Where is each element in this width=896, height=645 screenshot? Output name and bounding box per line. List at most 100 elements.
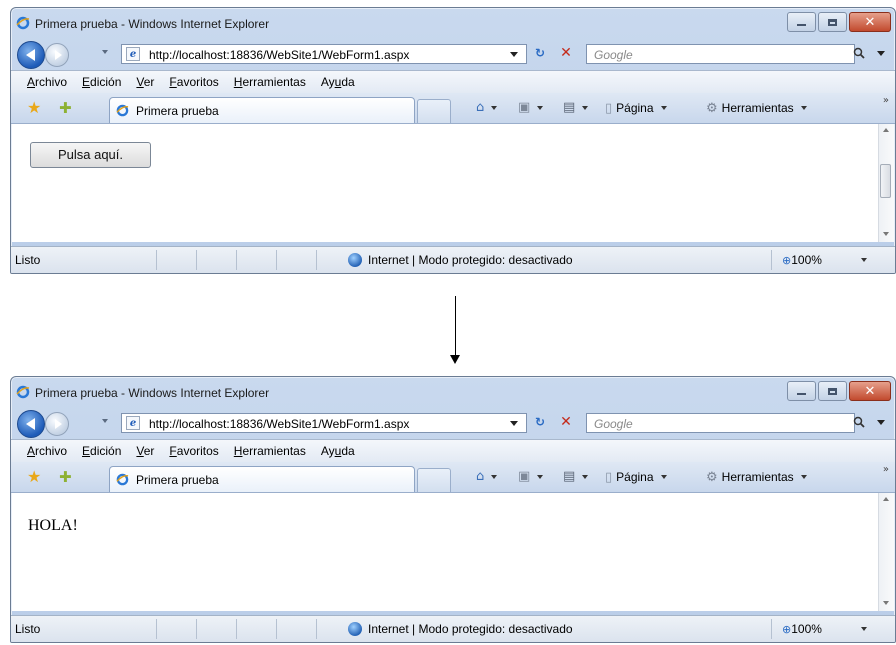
tab-primera-prueba[interactable]: Primera prueba (109, 97, 415, 123)
zoom-dropdown-icon[interactable] (861, 627, 867, 631)
zoom-icon: ⊕ (782, 254, 792, 267)
scroll-up-icon[interactable] (883, 497, 889, 501)
close-button[interactable]: ✕ (849, 381, 891, 401)
maximize-button[interactable] (818, 12, 847, 32)
close-button[interactable]: ✕ (849, 12, 891, 32)
menu-ayuda[interactable]: Ayuda (321, 444, 355, 458)
home-icon: ⌂ (476, 469, 485, 484)
more-commands-icon[interactable]: » (883, 95, 889, 106)
window-controls: ✕ (787, 12, 891, 32)
tools-menu-button[interactable]: ⚙ Herramientas (706, 101, 807, 115)
back-button[interactable] (17, 41, 45, 69)
search-input[interactable]: Google (586, 44, 855, 64)
menu-edicion[interactable]: Edición (82, 444, 121, 458)
command-bar: ★ ✚ Primera prueba ⌂ ▣ ▤ ▯ Página ⚙ Herram… (11, 93, 895, 124)
menu-favoritos[interactable]: Favoritos (169, 444, 218, 458)
zoom-level[interactable]: ⊕100% (782, 622, 822, 636)
menu-herramientas[interactable]: Herramientas (234, 444, 306, 458)
page-menu-button[interactable]: ▯ Página (605, 101, 667, 115)
more-commands-icon[interactable]: » (883, 464, 889, 475)
menu-favoritos[interactable]: Favoritos (169, 75, 218, 89)
title-bar: Primera prueba - Windows Internet Explor… (11, 8, 895, 38)
minimize-button[interactable] (787, 381, 816, 401)
page-menu-button[interactable]: ▯ Página (605, 470, 667, 484)
minimize-icon (797, 24, 806, 26)
menu-archivo[interactable]: Archivo (27, 444, 67, 458)
menu-ver[interactable]: Ver (136, 75, 154, 89)
internet-explorer-icon (16, 385, 30, 399)
new-tab-button[interactable] (417, 468, 451, 492)
address-dropdown-icon[interactable] (510, 421, 518, 426)
status-separator (156, 250, 157, 270)
vertical-scrollbar[interactable] (878, 493, 894, 611)
add-favorites-icon[interactable]: ✚ (59, 469, 72, 485)
stop-button[interactable]: ✕ (557, 413, 575, 431)
address-bar[interactable]: e http://localhost:18836/WebSite1/WebFor… (121, 413, 527, 433)
forward-button[interactable] (45, 43, 69, 67)
zoom-level[interactable]: ⊕100% (782, 253, 822, 267)
menu-herramientas[interactable]: Herramientas (234, 75, 306, 89)
new-tab-button[interactable] (417, 99, 451, 123)
chevron-down-icon (537, 474, 544, 479)
menu-ayuda[interactable]: Ayuda (321, 75, 355, 89)
back-arrow-icon (25, 418, 35, 430)
forward-button[interactable] (45, 412, 69, 436)
scroll-down-icon[interactable] (883, 232, 889, 236)
tools-menu-button[interactable]: ⚙ Herramientas (706, 470, 807, 484)
feeds-button[interactable]: ▣ (518, 470, 544, 483)
menu-ver[interactable]: Ver (136, 444, 154, 458)
address-bar[interactable]: e http://localhost:18836/WebSite1/WebFor… (121, 44, 527, 64)
tab-primera-prueba[interactable]: Primera prueba (109, 466, 415, 492)
minimize-button[interactable] (787, 12, 816, 32)
recent-pages-dropdown[interactable] (102, 419, 108, 423)
scroll-up-icon[interactable] (883, 128, 889, 132)
back-button[interactable] (17, 410, 45, 438)
add-favorites-icon[interactable]: ✚ (59, 100, 72, 116)
menu-archivo[interactable]: Archivo (27, 75, 67, 89)
refresh-button[interactable]: ↻ (529, 415, 551, 431)
tools-menu-label: Herramientas (721, 470, 794, 484)
chevron-down-icon (582, 105, 589, 110)
page-content: HOLA! (12, 493, 879, 611)
chevron-down-icon (582, 474, 589, 479)
search-icon[interactable] (853, 416, 865, 428)
page-icon: e (126, 416, 140, 430)
status-separator (316, 619, 317, 639)
status-separator (196, 619, 197, 639)
feeds-button[interactable]: ▣ (518, 101, 544, 114)
address-text: http://localhost:18836/WebSite1/WebForm1… (149, 48, 410, 62)
print-button[interactable]: ▤ (563, 470, 589, 483)
recent-pages-dropdown[interactable] (102, 50, 108, 54)
search-icon[interactable] (853, 47, 865, 59)
pulsa-aqui-button[interactable]: Pulsa aquí. (30, 142, 151, 168)
menu-edicion[interactable]: Edición (82, 75, 121, 89)
search-dropdown-icon[interactable] (877, 51, 885, 56)
vertical-scrollbar[interactable] (878, 124, 894, 242)
favorites-center-icon[interactable]: ★ (27, 469, 41, 485)
stop-button[interactable]: ✕ (557, 44, 575, 62)
page-body-text: HOLA! (28, 517, 78, 534)
page-content: Pulsa aquí. (12, 124, 879, 242)
gear-icon: ⚙ (706, 469, 718, 485)
status-separator (771, 250, 772, 270)
scroll-down-icon[interactable] (883, 601, 889, 605)
search-input[interactable]: Google (586, 413, 855, 433)
chevron-down-icon (537, 105, 544, 110)
status-separator (156, 619, 157, 639)
printer-icon: ▤ (563, 100, 576, 115)
maximize-button[interactable] (818, 381, 847, 401)
address-dropdown-icon[interactable] (510, 52, 518, 57)
status-separator (236, 250, 237, 270)
print-button[interactable]: ▤ (563, 100, 589, 115)
security-zone[interactable]: Internet | Modo protegido: desactivado (368, 253, 573, 267)
home-button[interactable]: ⌂ (476, 101, 498, 114)
security-zone[interactable]: Internet | Modo protegido: desactivado (368, 622, 573, 636)
scroll-thumb[interactable] (880, 164, 891, 198)
search-dropdown-icon[interactable] (877, 420, 885, 425)
favorites-center-icon[interactable]: ★ (27, 100, 41, 116)
zoom-dropdown-icon[interactable] (861, 258, 867, 262)
internet-explorer-icon (116, 473, 129, 486)
refresh-button[interactable]: ↻ (529, 46, 551, 62)
home-button[interactable]: ⌂ (476, 469, 498, 484)
browser-window-after: Primera prueba - Windows Internet Explor… (10, 376, 896, 643)
